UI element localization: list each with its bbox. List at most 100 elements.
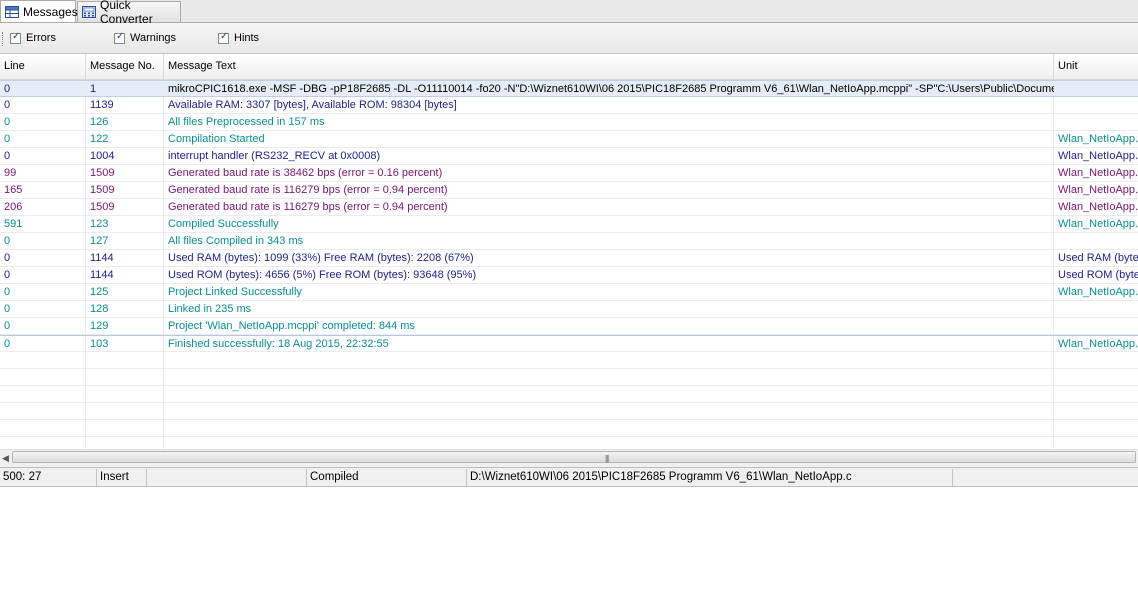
cell-message-text: Project 'Wlan_NetIoApp.mcppi' completed:… (168, 320, 415, 332)
cell-message-text: Linked in 235 ms (168, 303, 252, 315)
cell-unit: Used ROM (byte (1058, 269, 1138, 281)
cell-unit (1054, 301, 1138, 317)
status-empty-panel (953, 469, 1138, 486)
filter-warnings-label: Warnings (130, 32, 177, 44)
cell-line: 0 (4, 133, 11, 145)
scroll-left-arrow-icon[interactable]: ◀ (2, 453, 9, 464)
cell-unit (1054, 233, 1138, 249)
cell-message-no: 1004 (90, 150, 115, 162)
table-row[interactable]: 0 1004 interrupt handler (RS232_RECV at … (0, 148, 1138, 165)
grid-rows: 0 1 mikroCPIC1618.exe -MSF -DBG -pP18F26… (0, 80, 1138, 437)
filter-toolbar: Errors Warnings Hints (0, 23, 1138, 54)
cell-unit: Wlan_NetIoApp. (1058, 218, 1138, 230)
table-row[interactable]: 0 122 Compilation Started Wlan_NetIoApp. (0, 131, 1138, 148)
cell-message-text: All files Preprocessed in 157 ms (168, 116, 325, 128)
table-row[interactable]: 0 1144 Used ROM (bytes): 4656 (5%) Free … (0, 267, 1138, 284)
status-file-path: D:\Wiznet610WI\06 2015\PIC18F2685 Progra… (467, 469, 953, 486)
cell-line: 0 (4, 303, 11, 315)
column-header-message-no[interactable]: Message No. (86, 54, 164, 79)
table-row[interactable]: 0 1139 Available RAM: 3307 [bytes], Avai… (0, 97, 1138, 114)
cell-unit: Wlan_NetIoApp. (1058, 150, 1138, 162)
cell-line: 0 (4, 83, 11, 95)
cell-message-text: Generated baud rate is 116279 bps (error… (168, 201, 448, 213)
cell-unit (1054, 114, 1138, 130)
table-row[interactable]: 0 128 Linked in 235 ms (0, 301, 1138, 318)
table-row[interactable]: 0 1144 Used RAM (bytes): 1099 (33%) Free… (0, 250, 1138, 267)
filter-errors[interactable]: Errors (10, 31, 56, 44)
cell-message-no: 1509 (90, 167, 115, 179)
cell-message-no: 1509 (90, 184, 115, 196)
cell-message-text: Used ROM (bytes): 4656 (5%) Free ROM (by… (168, 269, 477, 281)
cell-line: 0 (4, 116, 11, 128)
status-empty-panel (147, 469, 307, 486)
cell-message-text: Generated baud rate is 116279 bps (error… (168, 184, 448, 196)
cell-message-no: 127 (90, 235, 109, 247)
tab-quick-converter[interactable]: Quick Converter (77, 0, 181, 26)
cell-message-text: Compilation Started (168, 133, 265, 145)
cell-message-no: 129 (90, 320, 109, 332)
table-row[interactable]: 0 125 Project Linked Successfully Wlan_N… (0, 284, 1138, 301)
empty-row (0, 369, 1138, 386)
cell-message-text: Project Linked Successfully (168, 286, 302, 298)
toolbar-grip[interactable] (2, 32, 5, 46)
horizontal-scrollbar[interactable]: ◀ ||| (0, 449, 1138, 465)
thumb-grip-icon: ||| (605, 454, 609, 463)
cell-message-no: 1509 (90, 201, 115, 213)
cell-line: 591 (4, 218, 23, 230)
cell-unit: Wlan_NetIoApp. (1058, 167, 1138, 179)
cell-unit: Wlan_NetIoApp. (1058, 201, 1138, 213)
filter-errors-label: Errors (26, 32, 56, 44)
cell-line: 0 (4, 269, 11, 281)
scrollbar-thumb[interactable]: ||| (12, 451, 1136, 463)
table-row[interactable]: 591 123 Compiled Successfully Wlan_NetIo… (0, 216, 1138, 233)
cell-message-no: 122 (90, 133, 109, 145)
calculator-icon (82, 6, 96, 18)
column-header-message-text[interactable]: Message Text (164, 54, 1054, 79)
cell-line: 0 (4, 235, 11, 247)
table-row[interactable]: 0 126 All files Preprocessed in 157 ms (0, 114, 1138, 131)
cell-unit: Wlan_NetIoApp. (1058, 338, 1138, 350)
table-row[interactable]: 0 129 Project 'Wlan_NetIoApp.mcppi' comp… (0, 318, 1138, 335)
tab-messages[interactable]: Messages (0, 0, 78, 22)
tab-messages-label: Messages (23, 4, 78, 19)
cell-message-text: Compiled Successfully (168, 218, 279, 230)
cell-message-no: 1144 (90, 269, 114, 281)
empty-row (0, 386, 1138, 403)
cell-line: 99 (4, 167, 17, 179)
messages-grid: Line Message No. Message Text Unit 0 1 m… (0, 54, 1138, 449)
empty-row (0, 420, 1138, 437)
cell-message-text: interrupt handler (RS232_RECV at 0x0008) (168, 150, 381, 162)
cell-unit: Wlan_NetIoApp. (1058, 286, 1138, 298)
column-header-unit[interactable]: Unit (1054, 54, 1138, 79)
table-row[interactable]: 206 1509 Generated baud rate is 116279 b… (0, 199, 1138, 216)
cell-message-text: Finished successfully: 18 Aug 2015, 22:3… (168, 338, 389, 350)
cell-unit: Wlan_NetIoApp. (1058, 184, 1138, 196)
cell-message-text: Generated baud rate is 38462 bps (error … (168, 167, 443, 179)
cell-message-no: 1144 (90, 252, 114, 264)
filter-hints[interactable]: Hints (218, 31, 259, 44)
cell-message-no: 1 (90, 83, 97, 95)
errors-checkbox[interactable] (10, 31, 21, 44)
grid-header: Line Message No. Message Text Unit (0, 54, 1138, 80)
cell-message-no: 126 (90, 116, 109, 128)
table-row[interactable]: 0 127 All files Compiled in 343 ms (0, 233, 1138, 250)
hints-checkbox[interactable] (218, 31, 229, 44)
table-row[interactable]: 0 103 Finished successfully: 18 Aug 2015… (0, 335, 1138, 352)
cell-line: 0 (4, 99, 11, 111)
messages-panel: Messages Quick Converter Errors Warnings… (0, 0, 1138, 487)
status-edit-mode: Insert (97, 469, 147, 486)
tab-bar: Messages Quick Converter (0, 0, 1138, 26)
table-row[interactable]: 0 1 mikroCPIC1618.exe -MSF -DBG -pP18F26… (0, 80, 1138, 97)
status-cursor-position: 500: 27 (0, 469, 97, 486)
cell-unit (1054, 81, 1138, 97)
cell-line: 0 (4, 320, 11, 332)
cell-unit (1054, 97, 1138, 113)
column-header-line[interactable]: Line (0, 54, 86, 79)
empty-row (0, 352, 1138, 369)
cell-message-no: 1139 (90, 99, 114, 111)
table-row[interactable]: 165 1509 Generated baud rate is 116279 b… (0, 182, 1138, 199)
filter-warnings[interactable]: Warnings (114, 31, 177, 44)
warnings-checkbox[interactable] (114, 31, 125, 44)
table-row[interactable]: 99 1509 Generated baud rate is 38462 bps… (0, 165, 1138, 182)
cell-line: 0 (4, 338, 11, 350)
